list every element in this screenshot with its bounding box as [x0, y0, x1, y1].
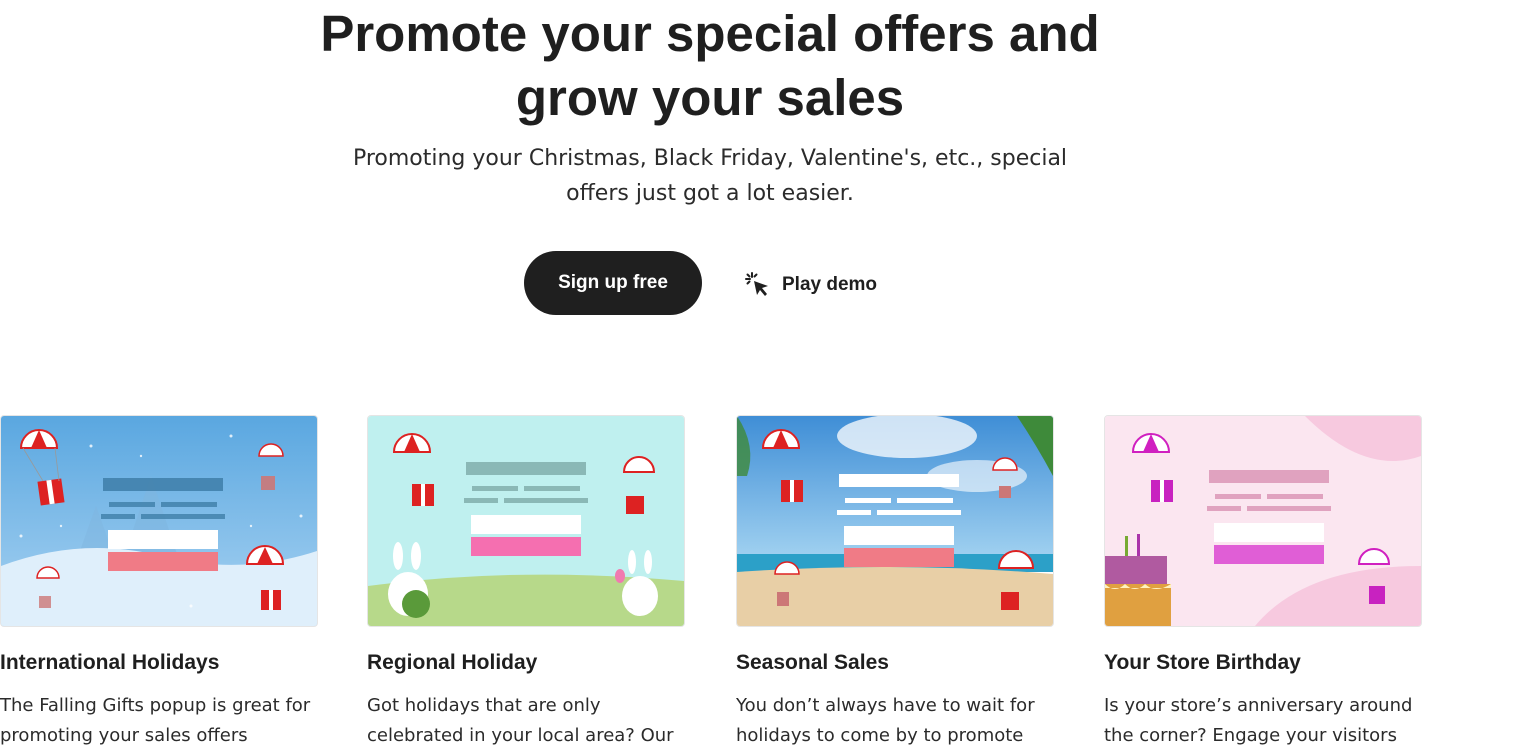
pointer-click-icon [745, 272, 768, 296]
card-description: The Falling Gifts popup is great for pro… [0, 695, 311, 746]
hero-subtitle-line-2: offers just got a lot easier. [566, 181, 854, 206]
hero-title: Promote your special offers and grow you… [0, 2, 1420, 130]
card-title: International Holidays [0, 651, 220, 674]
hero-subtitle-line-1: Promoting your Christmas, Black Friday, … [352, 146, 1068, 171]
card-title: Your Store Birthday [1104, 651, 1301, 674]
card-description: Got holidays that are only celebrated in… [367, 695, 674, 746]
hero-subtitle: Promoting your Christmas, Black Friday, … [0, 141, 1420, 211]
card-seasonal-sales[interactable]: Seasonal Sales You don’t always have to … [736, 415, 1054, 746]
card-title: Regional Holiday [367, 651, 538, 674]
card-title: Seasonal Sales [736, 651, 889, 674]
play-demo-button[interactable]: Play demo [744, 268, 877, 302]
card-international-holidays[interactable]: International Holidays The Falling Gifts… [0, 415, 318, 746]
hero-title-line-2: grow your sales [515, 69, 905, 126]
card-image-beach [736, 415, 1054, 627]
sign-up-free-button[interactable]: Sign up free [524, 251, 702, 315]
card-image-easter [367, 415, 685, 627]
card-image-birthday [1104, 415, 1422, 627]
card-description: You don’t always have to wait for holida… [736, 695, 1035, 746]
card-store-birthday[interactable]: Your Store Birthday Is your store’s anni… [1104, 415, 1422, 746]
card-image-winter [0, 415, 318, 627]
play-demo-label: Play demo [782, 274, 878, 295]
hero-title-line-1: Promote your special offers and [320, 5, 1100, 62]
card-regional-holiday[interactable]: Regional Holiday Got holidays that are o… [367, 415, 685, 746]
card-description: Is your store’s anniversary around the c… [1104, 695, 1413, 746]
